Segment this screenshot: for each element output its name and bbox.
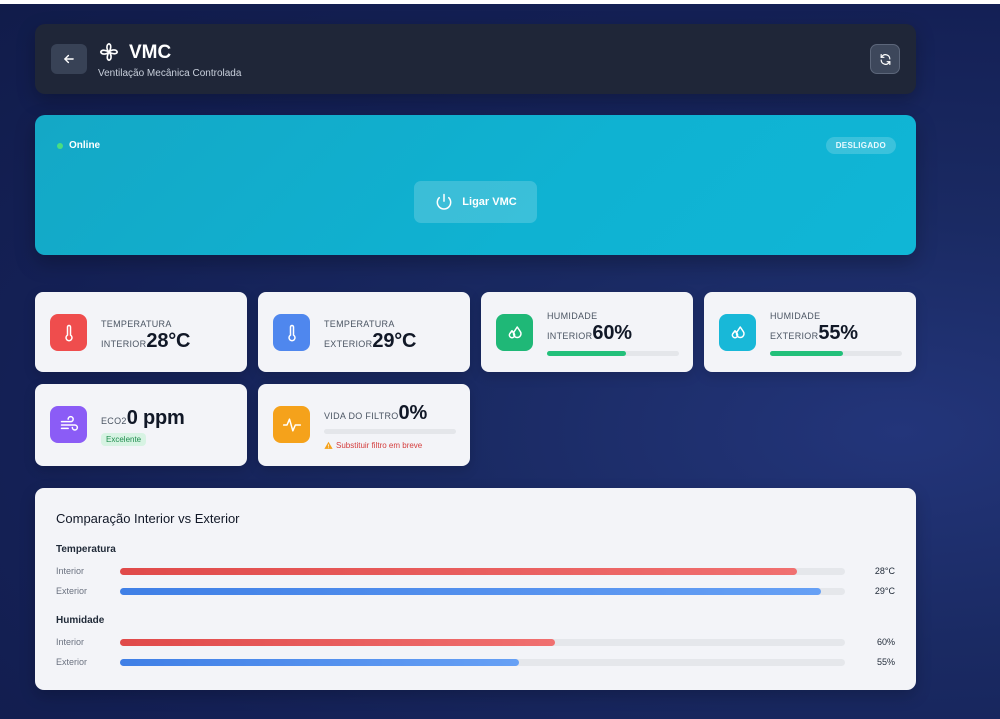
fan-icon xyxy=(99,42,119,62)
sensor-card-hum-interior: HUMIDADE INTERIOR 60% xyxy=(481,292,693,372)
sensor-sublabel: EXTERIOR xyxy=(324,339,373,349)
comparison-bar-fill xyxy=(120,659,519,666)
droplets-icon xyxy=(508,325,522,338)
sensor-value: 0 ppm xyxy=(126,407,185,429)
sensor-label: HUMIDADE xyxy=(770,311,821,321)
comparison-row-label: Interior xyxy=(56,566,85,576)
comparison-bar xyxy=(120,588,845,595)
sensor-label: ECO2 xyxy=(101,416,127,426)
humidity-bar-fill xyxy=(770,351,843,356)
filter-warning-text: Substituir filtro em breve xyxy=(336,441,423,450)
sensor-label-line2: INTERIOR 60% xyxy=(547,322,632,345)
icon-tile xyxy=(496,314,533,351)
thermometer-icon xyxy=(64,324,73,341)
sensor-value: 0% xyxy=(398,402,428,424)
comparison-row-value: 29°C xyxy=(874,586,895,596)
sensor-label-line2: EXTERIOR 55% xyxy=(770,322,858,345)
activity-icon xyxy=(282,417,301,432)
sensor-card-hum-exterior: HUMIDADE EXTERIOR 55% xyxy=(704,292,916,372)
sensor-label-line: VIDA DO FILTRO 0% xyxy=(324,402,427,425)
comparison-group-title: Humidade xyxy=(56,615,105,626)
droplets-icon xyxy=(731,325,745,338)
humidity-bar xyxy=(770,351,902,356)
refresh-icon xyxy=(880,53,890,65)
sensor-value: 60% xyxy=(592,322,632,344)
comparison-panel: Comparação Interior vs Exterior Temperat… xyxy=(35,488,916,690)
filter-warning: Substituir filtro em breve xyxy=(324,441,422,450)
sensor-label-line2: INTERIOR 28°C xyxy=(101,330,190,353)
sensor-label-line: ECO2 0 ppm xyxy=(101,407,185,430)
sensor-value: 29°C xyxy=(372,330,417,352)
control-panel: Online DESLIGADO Ligar VMC xyxy=(35,115,916,255)
comparison-bar xyxy=(120,659,845,666)
sensor-label: TEMPERATURA xyxy=(101,319,172,329)
connection-status: Online xyxy=(57,140,100,151)
sensor-card-filter: VIDA DO FILTRO 0% Substituir filtro em b… xyxy=(258,384,470,466)
page-title: VMC xyxy=(129,42,172,63)
sensor-label: VIDA DO FILTRO xyxy=(324,411,399,421)
wind-icon xyxy=(60,415,78,431)
icon-tile xyxy=(273,314,310,351)
comparison-row-value: 55% xyxy=(876,657,895,667)
icon-tile xyxy=(50,314,87,351)
comparison-bar xyxy=(120,639,845,646)
sensor-label: HUMIDADE xyxy=(547,311,598,321)
comparison-bar-fill xyxy=(120,588,822,595)
sensor-label-line2: EXTERIOR 29°C xyxy=(324,330,416,353)
status-text: Online xyxy=(69,140,101,151)
comparison-bar-fill xyxy=(120,639,555,646)
comparison-row-label: Exterior xyxy=(56,586,88,596)
comparison-bar xyxy=(120,568,845,575)
arrow-left-icon xyxy=(64,54,74,64)
refresh-button[interactable] xyxy=(870,44,900,74)
power-button-label: Ligar VMC xyxy=(462,196,517,208)
warning-icon xyxy=(324,441,333,449)
sensor-sublabel: INTERIOR xyxy=(101,339,147,349)
power-button[interactable]: Ligar VMC xyxy=(414,181,537,223)
status-dot xyxy=(57,142,63,149)
filter-bar xyxy=(324,429,456,434)
sensor-value: 55% xyxy=(818,322,858,344)
app-header: VMC Ventilação Mecânica Controlada xyxy=(35,24,916,94)
sensor-sublabel: EXTERIOR xyxy=(770,331,819,341)
sensor-label: TEMPERATURA xyxy=(324,319,395,329)
comparison-row-label: Interior xyxy=(56,637,85,647)
sensor-card-temp-interior: TEMPERATURA INTERIOR 28°C xyxy=(35,292,247,372)
comparison-bar-fill xyxy=(120,568,798,575)
sensor-value: 28°C xyxy=(146,330,191,352)
sensor-card-eco2: ECO2 0 ppm Excelente xyxy=(35,384,247,466)
icon-tile xyxy=(273,406,310,443)
comparison-group-title: Temperatura xyxy=(56,544,116,555)
top-strip xyxy=(0,0,1000,4)
sensor-sublabel: INTERIOR xyxy=(547,331,593,341)
comparison-row-value: 60% xyxy=(876,637,895,647)
power-icon xyxy=(436,193,452,210)
humidity-bar-fill xyxy=(547,351,627,356)
icon-tile xyxy=(50,406,87,443)
comparison-row-value: 28°C xyxy=(874,566,895,576)
state-badge: DESLIGADO xyxy=(825,137,896,154)
humidity-bar xyxy=(547,351,679,356)
comparison-row-label: Exterior xyxy=(56,657,88,667)
air-quality-badge: Excelente xyxy=(101,433,147,446)
page-subtitle: Ventilação Mecânica Controlada xyxy=(98,68,242,79)
icon-tile xyxy=(719,314,756,351)
comparison-title: Comparação Interior vs Exterior xyxy=(56,511,240,526)
back-button[interactable] xyxy=(51,44,87,74)
sensor-card-temp-exterior: TEMPERATURA EXTERIOR 29°C xyxy=(258,292,470,372)
thermometer-icon xyxy=(287,324,296,341)
